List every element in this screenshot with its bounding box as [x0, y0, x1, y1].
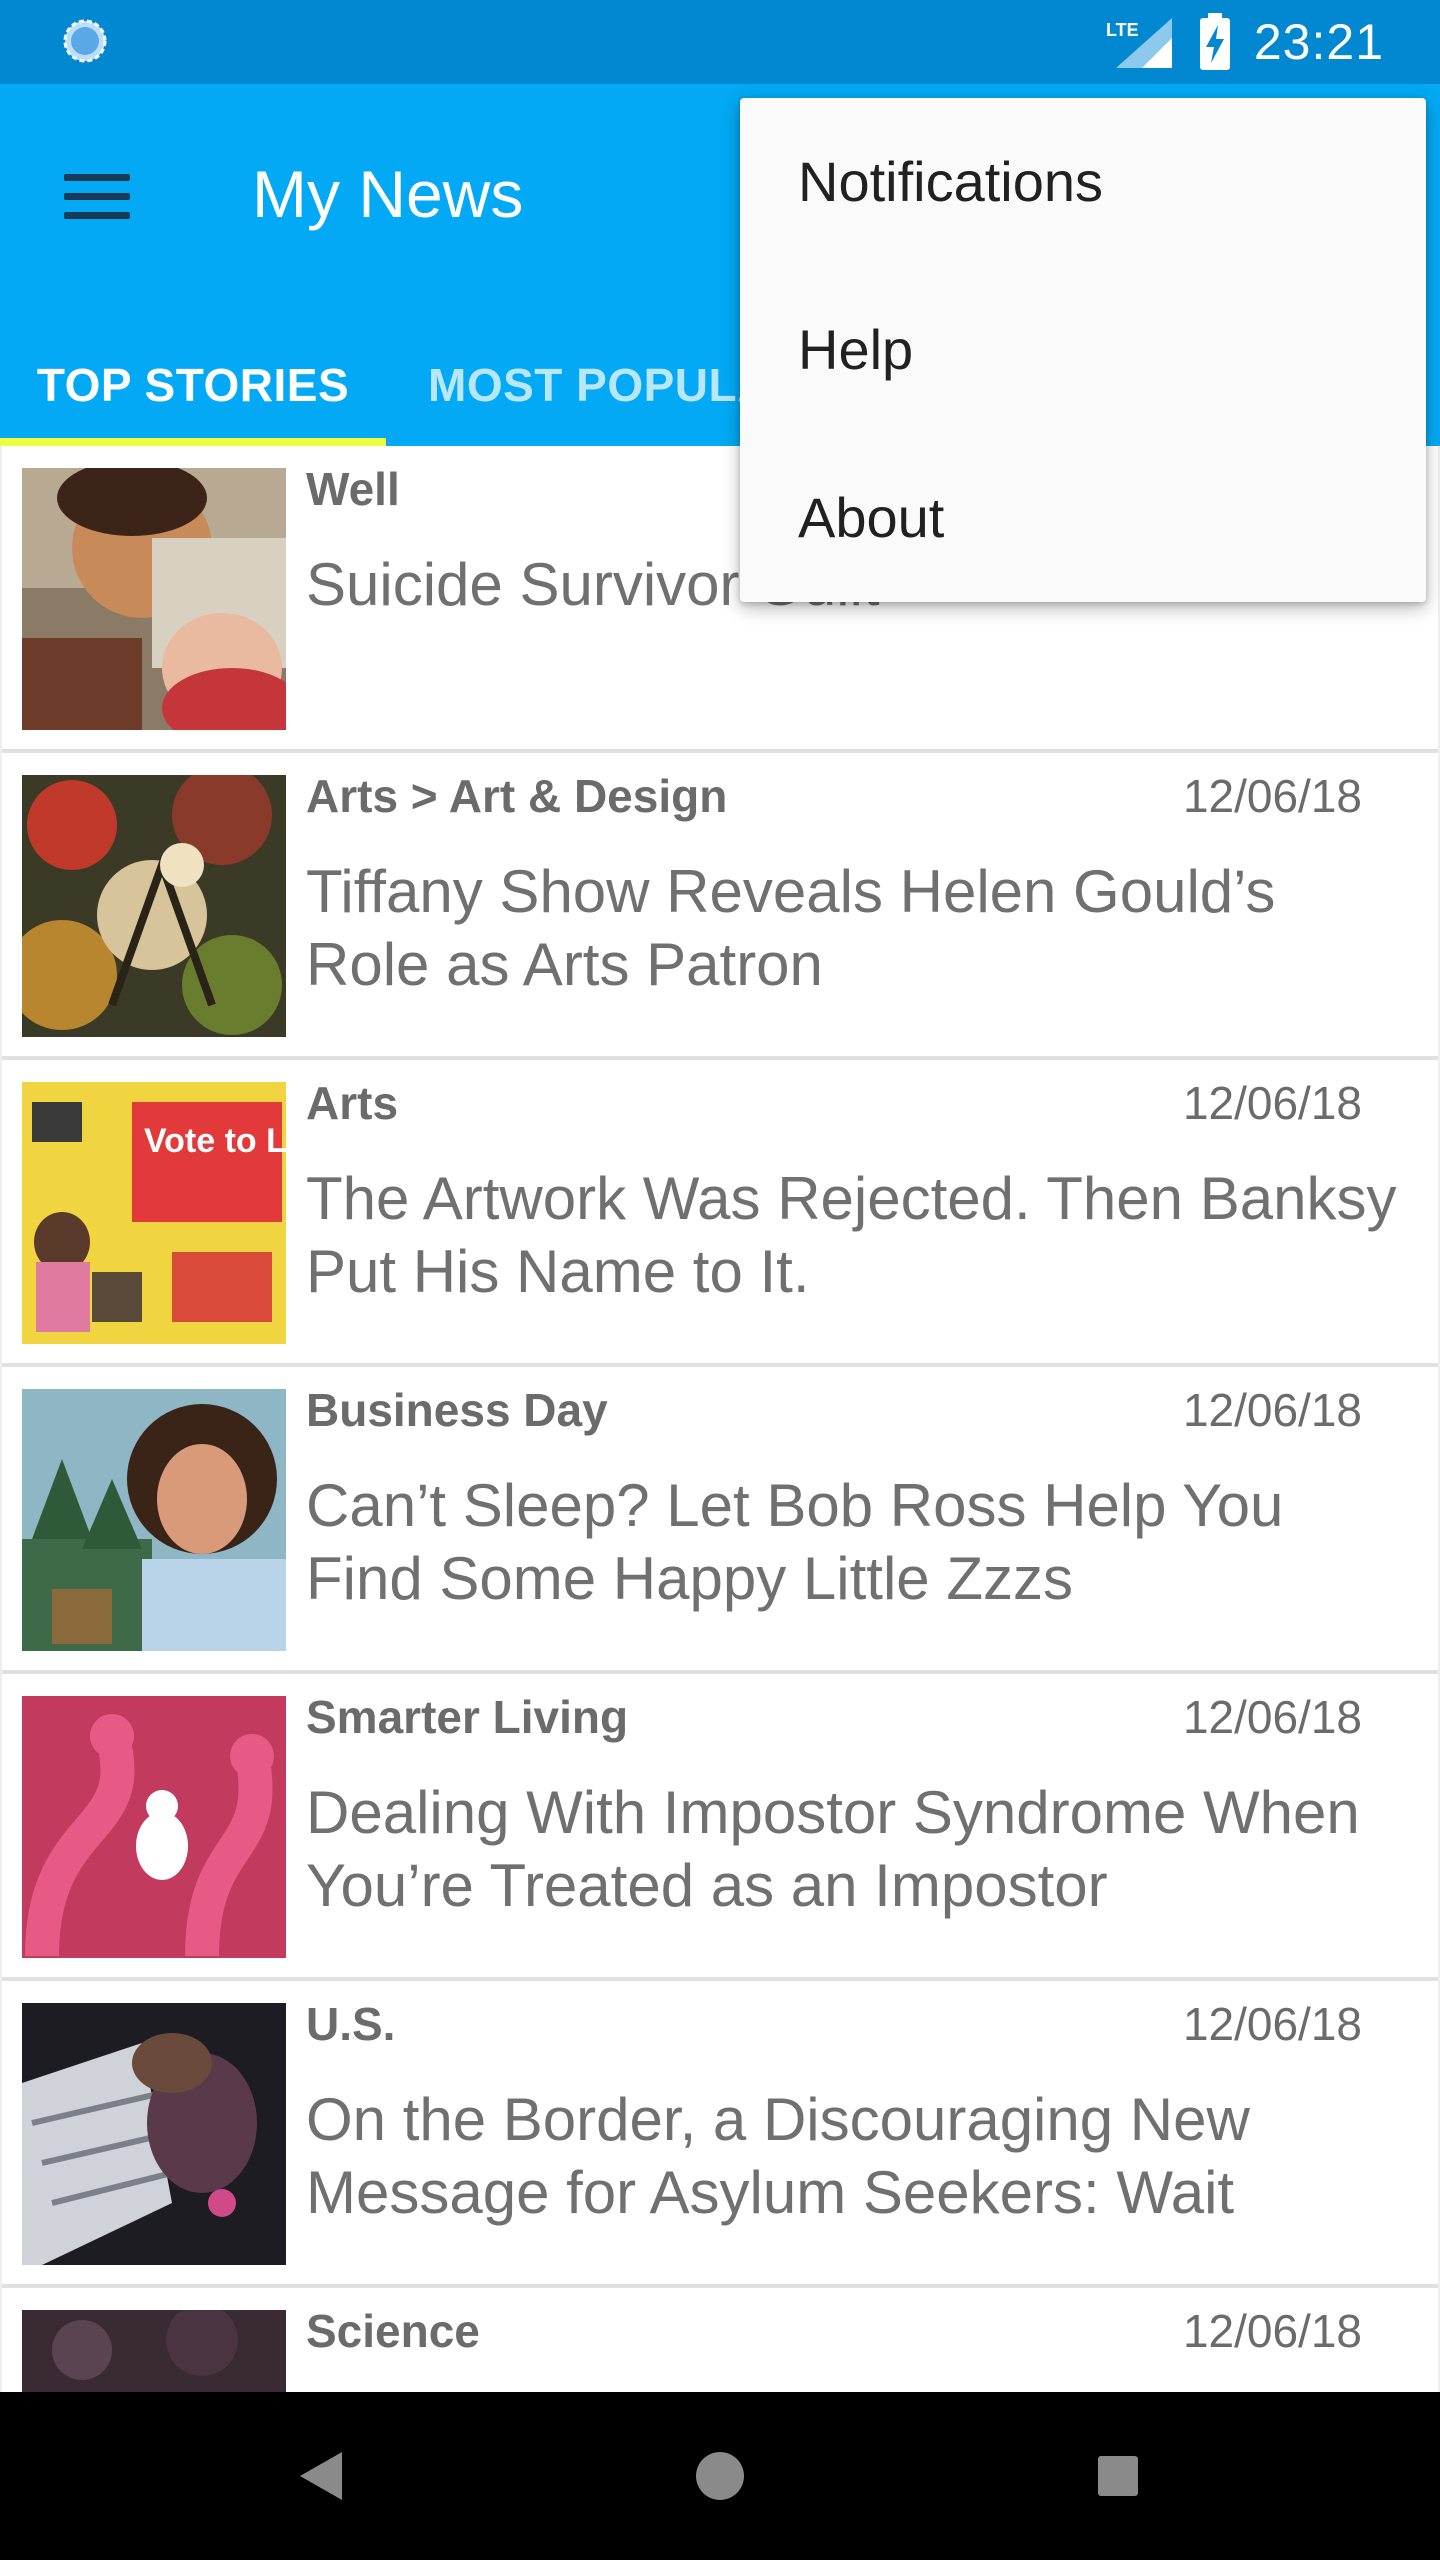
hamburger-menu-icon[interactable] — [46, 146, 146, 246]
article-thumbnail — [22, 1389, 286, 1651]
article-thumbnail — [22, 1696, 286, 1958]
article-headline: On the Border, a Discouraging New Messag… — [306, 2086, 1250, 2226]
article-thumbnail — [22, 468, 286, 730]
article-section: Well — [306, 463, 400, 515]
article-list[interactable]: Well Suicide Survivor Guilt Arts > Art &… — [0, 446, 1440, 2392]
article-section: Science — [306, 2305, 480, 2357]
signal-icon: LTE — [1106, 18, 1172, 68]
article-thumbnail — [22, 2310, 286, 2392]
back-icon[interactable] — [298, 2450, 344, 2502]
list-item[interactable]: Arts > Art & Design 12/06/18 Tiffany Sho… — [2, 753, 1438, 1060]
list-item[interactable]: Vote to Love Arts 12/06/18 The Artwork W… — [2, 1060, 1438, 1367]
battery-charging-icon — [1199, 13, 1230, 70]
tab-top-stories[interactable]: TOP STORIES — [0, 324, 386, 446]
tab-most-popular[interactable]: MOST POPULA — [428, 324, 771, 446]
list-item[interactable]: U.S. 12/06/18 On the Border, a Discourag… — [2, 1981, 1438, 2288]
article-section: Arts — [306, 1077, 399, 1129]
clock: 23:21 — [1253, 14, 1384, 70]
menu-item-notifications[interactable]: Notifications — [740, 98, 1426, 266]
list-item[interactable]: Smarter Living 12/06/18 Dealing With Imp… — [2, 1674, 1438, 1981]
status-bar: LTE 23:21 — [0, 0, 1440, 84]
sync-icon — [63, 19, 107, 63]
recents-icon[interactable] — [1096, 2454, 1140, 2498]
list-item[interactable]: Business Day 12/06/18 Can’t Sleep? Let B… — [2, 1367, 1438, 1674]
overflow-menu: Notifications Help About — [740, 98, 1426, 602]
article-headline: Tiffany Show Reveals Helen Gould’s Role … — [306, 858, 1276, 998]
article-section: Business Day — [306, 1384, 608, 1436]
article-date: 12/06/18 — [1182, 2305, 1362, 2357]
article-headline: The Artwork Was Rejected. Then Banksy Pu… — [306, 1165, 1397, 1305]
article-section: U.S. — [306, 1998, 396, 2050]
article-headline: Dealing With Impostor Syndrome When You’… — [306, 1779, 1360, 1919]
vote-poster-text: Vote to Love — [144, 1122, 286, 1160]
article-section: Arts > Art & Design — [306, 770, 728, 822]
menu-item-about[interactable]: About — [740, 434, 1426, 602]
article-thumbnail — [22, 775, 286, 1037]
article-date: 12/06/18 — [1182, 1691, 1362, 1743]
navigation-bar — [0, 2392, 1440, 2560]
list-item[interactable]: Science 12/06/18 — [2, 2288, 1438, 2392]
article-headline: Can’t Sleep? Let Bob Ross Help You Find … — [306, 1472, 1284, 1612]
article-date: 12/06/18 — [1182, 1384, 1362, 1436]
article-thumbnail: Vote to Love — [22, 1082, 286, 1344]
lte-label: LTE — [1106, 20, 1139, 40]
tab-indicator — [0, 438, 386, 446]
article-date: 12/06/18 — [1182, 1077, 1362, 1129]
article-section: Smarter Living — [306, 1691, 629, 1743]
article-date: 12/06/18 — [1182, 770, 1362, 822]
app-title: My News — [252, 157, 524, 231]
article-thumbnail — [22, 2003, 286, 2265]
article-date: 12/06/18 — [1182, 1998, 1362, 2050]
menu-item-help[interactable]: Help — [740, 266, 1426, 434]
home-icon[interactable] — [694, 2450, 746, 2502]
